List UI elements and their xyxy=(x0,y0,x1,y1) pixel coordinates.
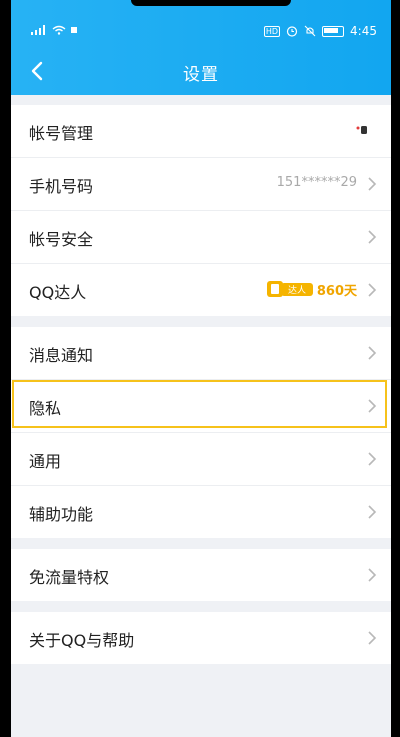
row-qq-daren[interactable]: QQ达人 达人 860天 xyxy=(11,264,391,316)
battery-icon xyxy=(322,25,345,37)
settings-list: 帐号管理 手机号码 151******29 帐号安全 QQ达人 达人 860天 … xyxy=(11,105,391,675)
row-label: 帐号安全 xyxy=(29,230,94,249)
row-account-security[interactable]: 帐号安全 xyxy=(11,211,391,264)
top-notch xyxy=(131,0,291,6)
row-phone-number[interactable]: 手机号码 151******29 xyxy=(11,158,391,211)
row-privacy[interactable]: 隐私 xyxy=(11,380,391,433)
chevron-right-icon xyxy=(368,505,377,519)
status-time: 4:45 xyxy=(350,24,377,38)
notification-icon xyxy=(71,27,77,33)
settings-group-about: 关于QQ与帮助 xyxy=(11,612,391,664)
row-label: 通用 xyxy=(29,452,62,471)
signal-icon xyxy=(31,25,45,35)
page-title: 设置 xyxy=(183,65,219,85)
row-label: 手机号码 xyxy=(29,177,94,196)
row-label: 关于QQ与帮助 xyxy=(29,631,135,650)
row-accessibility[interactable]: 辅助功能 xyxy=(11,486,391,538)
daren-badge-text: 达人 xyxy=(288,284,306,296)
mute-icon xyxy=(304,25,316,37)
chevron-right-icon xyxy=(368,177,377,191)
chevron-right-icon xyxy=(368,399,377,413)
row-label: 辅助功能 xyxy=(29,505,94,524)
hd-badge: HD xyxy=(263,25,281,37)
wifi-icon xyxy=(52,25,66,35)
phone-screen: HD 4:45 设置 帐号管理 手机号码 151******29 帐号安全 QQ… xyxy=(11,0,391,737)
row-general[interactable]: 通用 xyxy=(11,433,391,486)
chevron-right-icon xyxy=(368,631,377,645)
row-notifications[interactable]: 消息通知 xyxy=(11,327,391,380)
alarm-icon xyxy=(286,26,298,37)
indicator-icon xyxy=(356,126,367,134)
chevron-right-icon xyxy=(368,346,377,360)
header-bar: HD 4:45 设置 xyxy=(11,0,391,95)
settings-group-account: 帐号管理 手机号码 151******29 帐号安全 QQ达人 达人 860天 xyxy=(11,105,391,316)
row-about-help[interactable]: 关于QQ与帮助 xyxy=(11,612,391,664)
daren-badge: 达人 860天 xyxy=(266,279,357,299)
row-label: 隐私 xyxy=(29,399,62,418)
row-label: QQ达人 xyxy=(29,283,87,302)
row-label: 帐号管理 xyxy=(29,124,94,143)
row-label: 免流量特权 xyxy=(29,568,110,587)
chevron-right-icon xyxy=(368,283,377,297)
row-label: 消息通知 xyxy=(29,346,94,365)
chevron-right-icon xyxy=(368,568,377,582)
status-bar: HD 4:45 xyxy=(11,22,391,42)
row-account-management[interactable]: 帐号管理 xyxy=(11,105,391,158)
row-free-data[interactable]: 免流量特权 xyxy=(11,549,391,601)
phone-number-value: 151******29 xyxy=(276,175,357,190)
chevron-right-icon xyxy=(368,230,377,244)
chevron-right-icon xyxy=(368,452,377,466)
daren-days: 860天 xyxy=(316,283,357,299)
settings-group-data: 免流量特权 xyxy=(11,549,391,601)
settings-group-general: 消息通知 隐私 通用 辅助功能 xyxy=(11,327,391,538)
privacy-highlight-box xyxy=(12,380,387,428)
daren-badge-icon: 达人 xyxy=(266,281,313,297)
